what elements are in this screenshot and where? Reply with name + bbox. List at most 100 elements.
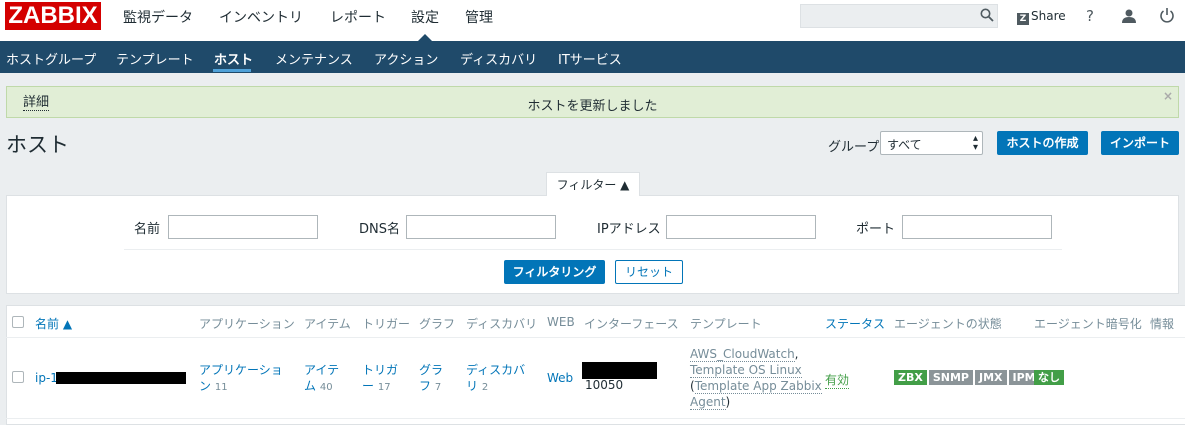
reset-filter-button[interactable]: リセット [615,260,683,284]
applications-count: 11 [214,382,228,393]
header-interface: インターフェース [584,317,679,331]
agent-snmp-badge: SNMP [928,370,973,385]
header-agent-status: エージェントの状態 [894,317,1002,331]
message-text: ホストを更新しました [527,99,658,114]
items-link[interactable]: アイテ [304,363,339,377]
row-divider [6,418,1185,419]
filter-port-input[interactable] [902,215,1052,239]
group-select-value: すべて [887,138,922,152]
header-items: アイテム [304,317,351,331]
template-app-zabbix-agent-cont[interactable]: Agent [690,395,726,410]
encryption-none-badge: なし [1034,370,1064,385]
sub-menu: ホストグループ テンプレート ホスト メンテナンス アクション ディスカバリ I… [0,41,1185,73]
help-icon[interactable]: ? [1086,7,1094,25]
redacted-hostname [56,372,186,384]
filter-ip-input[interactable] [666,215,816,239]
agent-jmx-badge: JMX [974,370,1007,385]
header-agent-encryption: エージェント暗号化 [1034,317,1142,331]
filter-name-input[interactable] [168,215,318,239]
filter-ip-label: IPアドレス [597,222,661,237]
page-title: ホスト [6,133,69,157]
top-bar: ZABBIX 監視データ インベントリ レポート 設定 管理 Z Share ? [0,0,1185,41]
graphs-link-cont[interactable]: フ [419,379,431,393]
graphs-link[interactable]: グラ [419,363,443,377]
header-discovery: ディスカバリ [466,317,538,331]
triggers-cell: トリガ ー 17 [362,362,398,396]
header-name[interactable]: 名前 ▲ [35,315,72,332]
select-arrows-icon: ▴ ▾ [972,133,978,153]
items-cell: アイテ ム 40 [304,362,339,396]
submenu-actions[interactable]: アクション [374,49,438,68]
filter-dns-label: DNS名 [359,222,400,237]
encryption-cell: なし [1034,370,1064,385]
search-icon[interactable] [980,8,994,22]
apply-filter-button[interactable]: フィルタリング [504,260,605,284]
filter-name-label: 名前 [134,222,161,237]
filter-dns-input[interactable] [406,215,556,239]
host-name-link[interactable]: ip-1 [35,371,58,385]
submenu-templates[interactable]: テンプレート [116,49,194,68]
import-button[interactable]: インポート [1101,131,1179,155]
submenu-hosts[interactable]: ホスト [214,49,253,68]
triggers-count: 17 [377,382,391,393]
agent-zbx-badge: ZBX [894,370,927,385]
header-web: WEB [547,315,575,329]
submenu-maintenance[interactable]: メンテナンス [275,49,353,68]
success-message: 詳細 ホストを更新しました × [6,86,1179,118]
filter-tab[interactable]: フィルター ▲ [546,172,640,196]
menu-administration[interactable]: 管理 [465,7,493,27]
templates-cell: AWS_CloudWatch, Template OS Linux (Templ… [690,347,822,410]
interface-port: 10050 [585,378,624,392]
graphs-cell: グラ フ 7 [419,362,443,396]
status-enabled-link[interactable]: 有効 [825,371,850,389]
discovery-link-cont[interactable]: リ [466,379,478,393]
header-info: 情報 [1150,317,1175,331]
row-checkbox[interactable] [12,371,24,383]
applications-link[interactable]: アプリケーショ [199,363,283,377]
share-label: Share [1031,9,1066,23]
search-input[interactable] [800,4,998,28]
submenu-it-services[interactable]: ITサービス [558,49,622,68]
template-os-linux[interactable]: Template OS Linux [690,363,802,378]
menu-monitoring[interactable]: 監視データ [123,7,193,27]
agent-availability: ZBX SNMP JMX IPMI [894,370,1044,385]
redacted-interface-ip [582,362,657,379]
graphs-count: 7 [434,382,442,393]
header-triggers: トリガー [362,317,411,331]
template-app-zabbix-agent[interactable]: Template App Zabbix [694,379,822,394]
header-templates: テンプレート [690,317,762,331]
sign-out-icon[interactable] [1159,7,1175,23]
triggers-link-cont[interactable]: ー [362,379,374,393]
menu-configuration[interactable]: 設定 [411,7,439,27]
header-applications: アプリケーション [199,317,295,331]
items-link-cont[interactable]: ム [304,379,316,393]
zabbix-logo[interactable]: ZABBIX [5,2,101,30]
select-all-checkbox[interactable] [12,316,24,328]
submenu-host-groups[interactable]: ホストグループ [6,49,96,68]
filter-port-label: ポート [856,222,896,237]
group-select[interactable]: すべて ▴ ▾ [880,131,983,155]
header-graphs: グラフ [419,317,456,331]
template-aws-cloudwatch[interactable]: AWS_CloudWatch [690,347,795,362]
header-status[interactable]: ステータス [825,315,885,332]
discovery-link[interactable]: ディスカバ [466,363,525,377]
group-label: グループ [828,140,880,155]
submenu-discovery[interactable]: ディスカバリ [460,49,537,68]
discovery-cell: ディスカバ リ 2 [466,362,525,396]
active-submenu-underline [213,69,251,72]
header-divider [6,337,1185,338]
close-icon[interactable]: × [1163,89,1173,103]
share-link[interactable]: Z Share [1017,9,1066,25]
menu-reports[interactable]: レポート [330,7,386,27]
filter-divider [124,249,1062,250]
triggers-link[interactable]: トリガ [362,363,398,377]
active-menu-caret [418,34,432,41]
web-link[interactable]: Web [547,371,573,385]
user-profile-icon[interactable] [1121,8,1137,24]
create-host-button[interactable]: ホストの作成 [997,131,1088,155]
items-count: 40 [319,382,333,393]
applications-link-cont[interactable]: ン [199,379,211,393]
zabbix-share-icon: Z [1017,13,1029,25]
discovery-count: 2 [481,382,489,393]
menu-inventory[interactable]: インベントリ [219,7,303,27]
